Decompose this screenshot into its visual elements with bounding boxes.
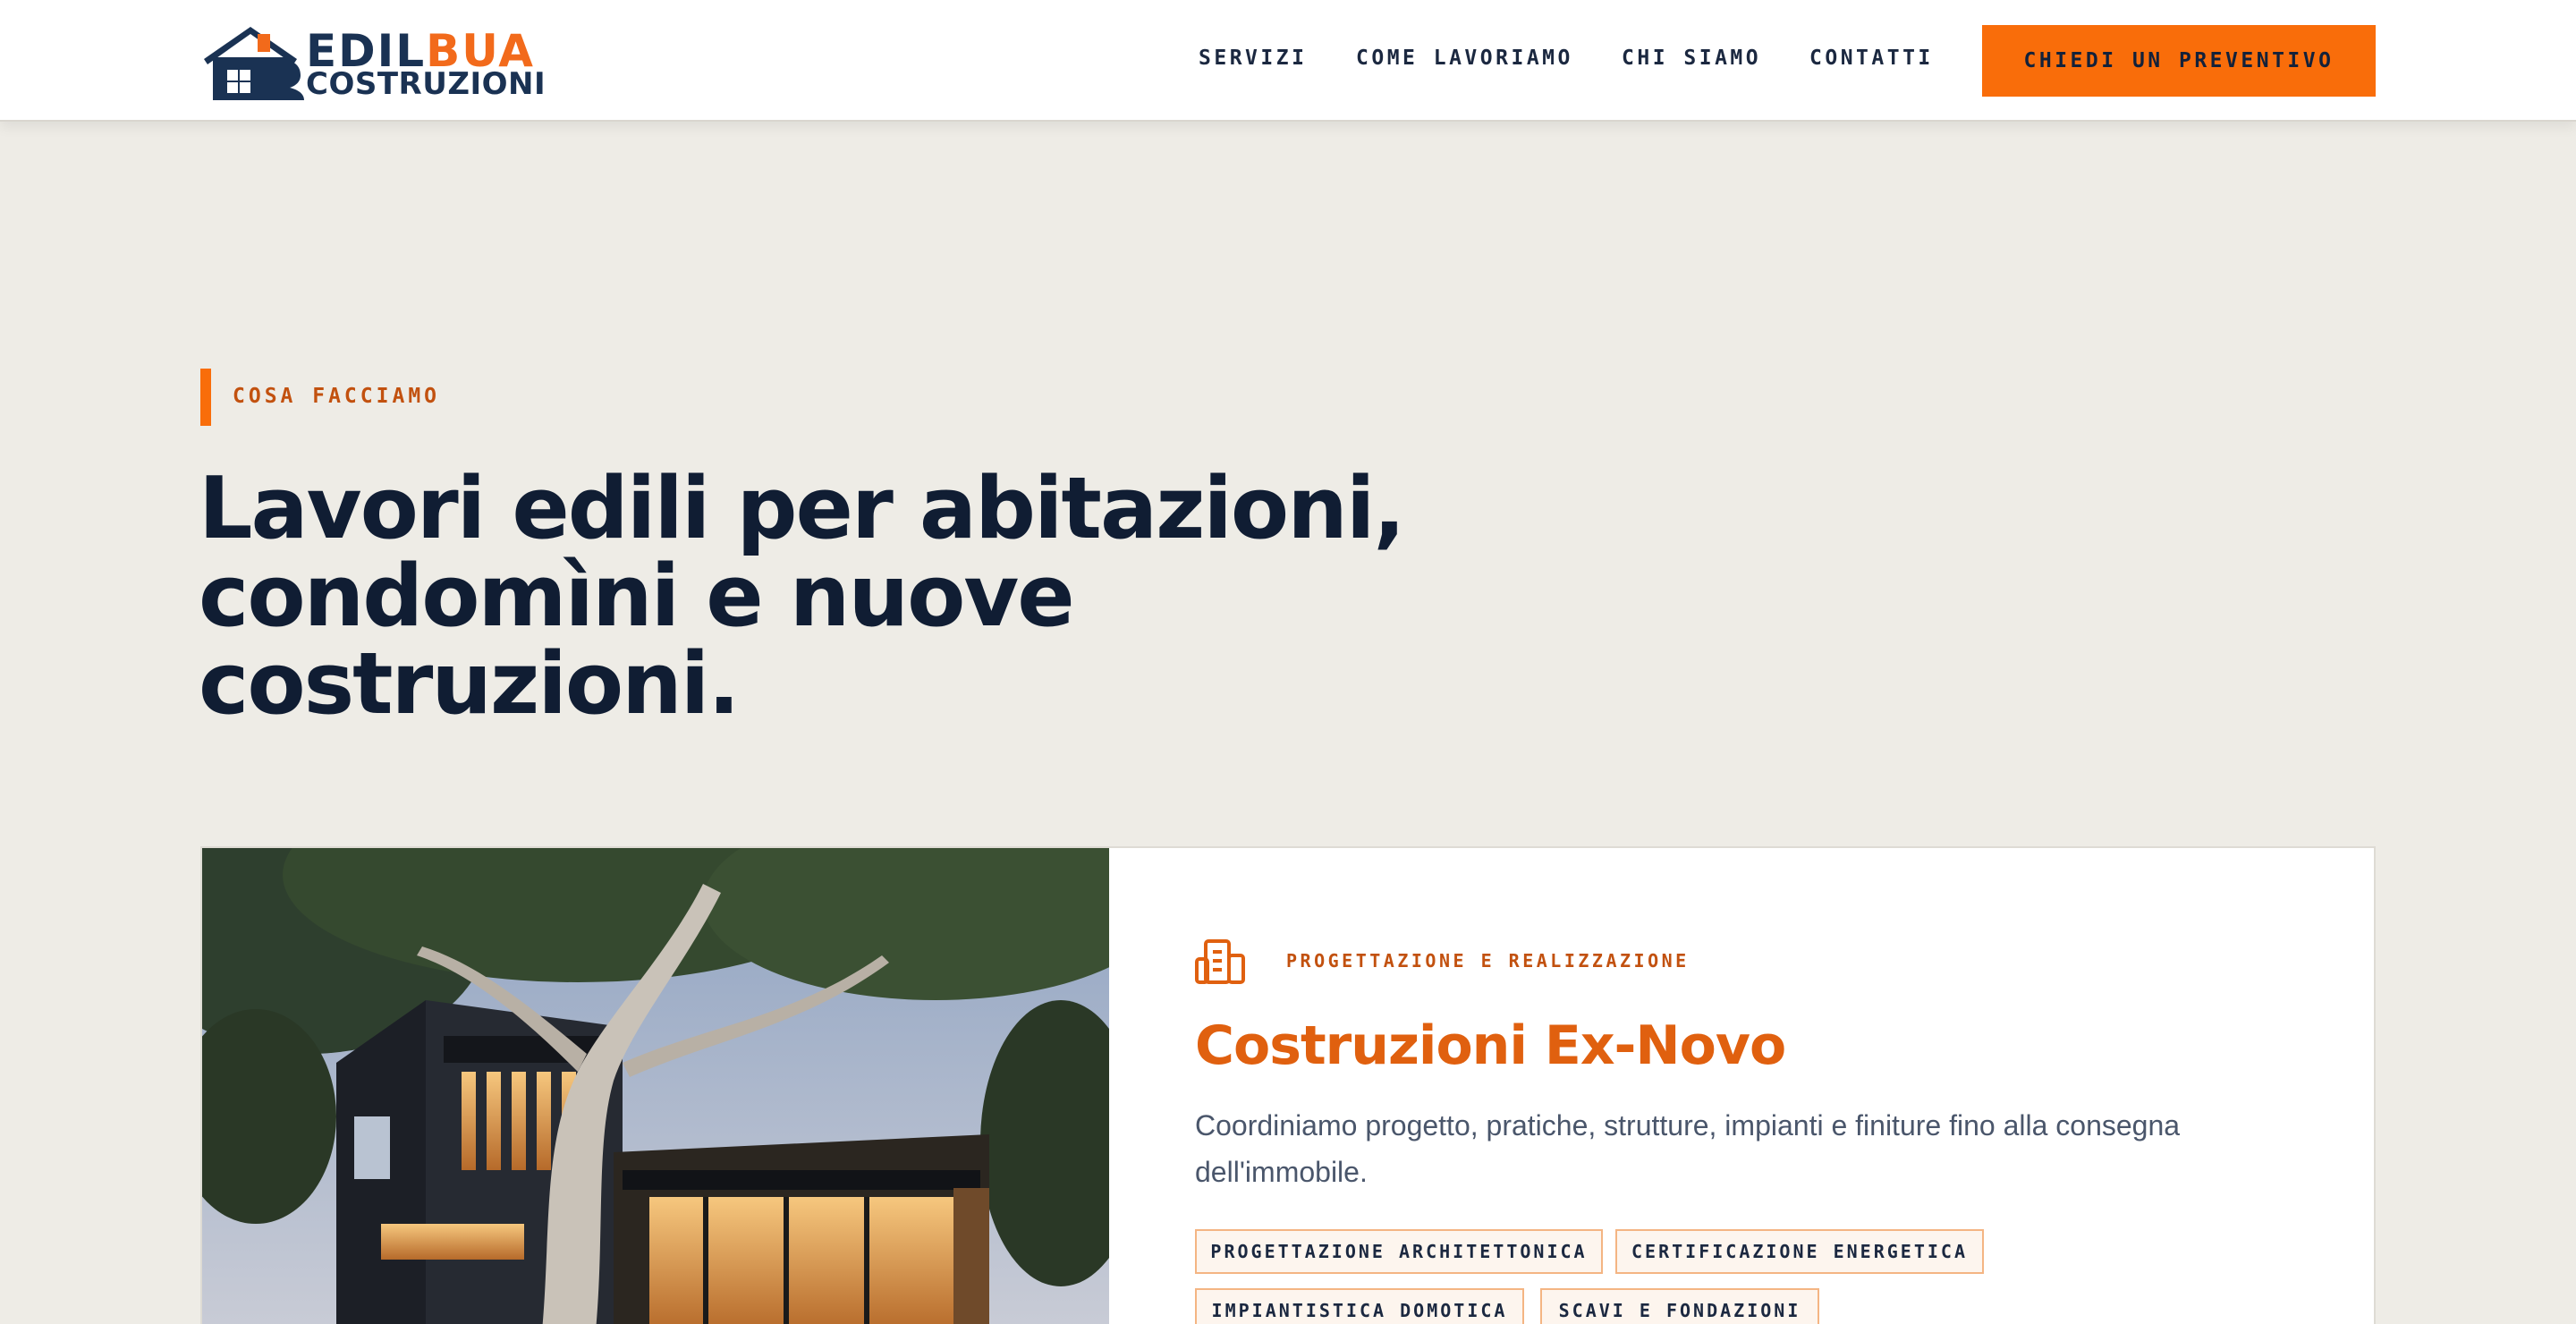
building-icon [1195,939,1245,984]
service-title: Costruzioni Ex-Novo [1195,1014,1786,1077]
logo-word-costruzioni: COSTRUZIONI [306,66,547,102]
modern-house-illustration [202,848,1109,1324]
nav-link-contatti[interactable]: CONTATTI [1809,47,1934,70]
service-tag: SCAVI E FONDAZIONI [1540,1288,1819,1324]
service-kicker: PROGETTAZIONE E REALIZZAZIONE [1286,950,1690,972]
service-description: Coordiniamo progetto, pratiche, struttur… [1195,1109,2181,1188]
house-logo-icon [204,27,304,100]
nav-link-servizi[interactable]: SERVIZI [1199,47,1307,70]
nav-link-chi-siamo[interactable]: CHI SIAMO [1622,47,1761,70]
service-card-body: PROGETTAZIONE E REALIZZAZIONE Costruzion… [1109,848,2374,1324]
section-headline: Lavori edili per abitazioni, condomìni e… [199,460,1405,734]
service-card: PROGETTAZIONE E REALIZZAZIONE Costruzion… [200,846,2376,1324]
nav-link-come-lavoriamo[interactable]: COME LAVORIAMO [1356,47,1573,70]
eyebrow-accent-bar [200,369,211,426]
site-header: EDILBUA COSTRUZIONI SERVIZI COME LAVORIA… [0,0,2576,122]
service-tag: CERTIFICAZIONE ENERGETICA [1615,1229,1984,1274]
section-eyebrow: COSA FACCIAMO [233,385,441,408]
request-quote-button[interactable]: CHIEDI UN PREVENTIVO [1982,25,2376,97]
brand-logo[interactable]: EDILBUA COSTRUZIONI [200,23,546,100]
service-tag: IMPIANTISTICA DOMOTICA [1195,1288,1524,1324]
modern-house-photo [202,848,1109,1324]
service-tag: PROGETTAZIONE ARCHITETTONICA [1195,1229,1603,1274]
